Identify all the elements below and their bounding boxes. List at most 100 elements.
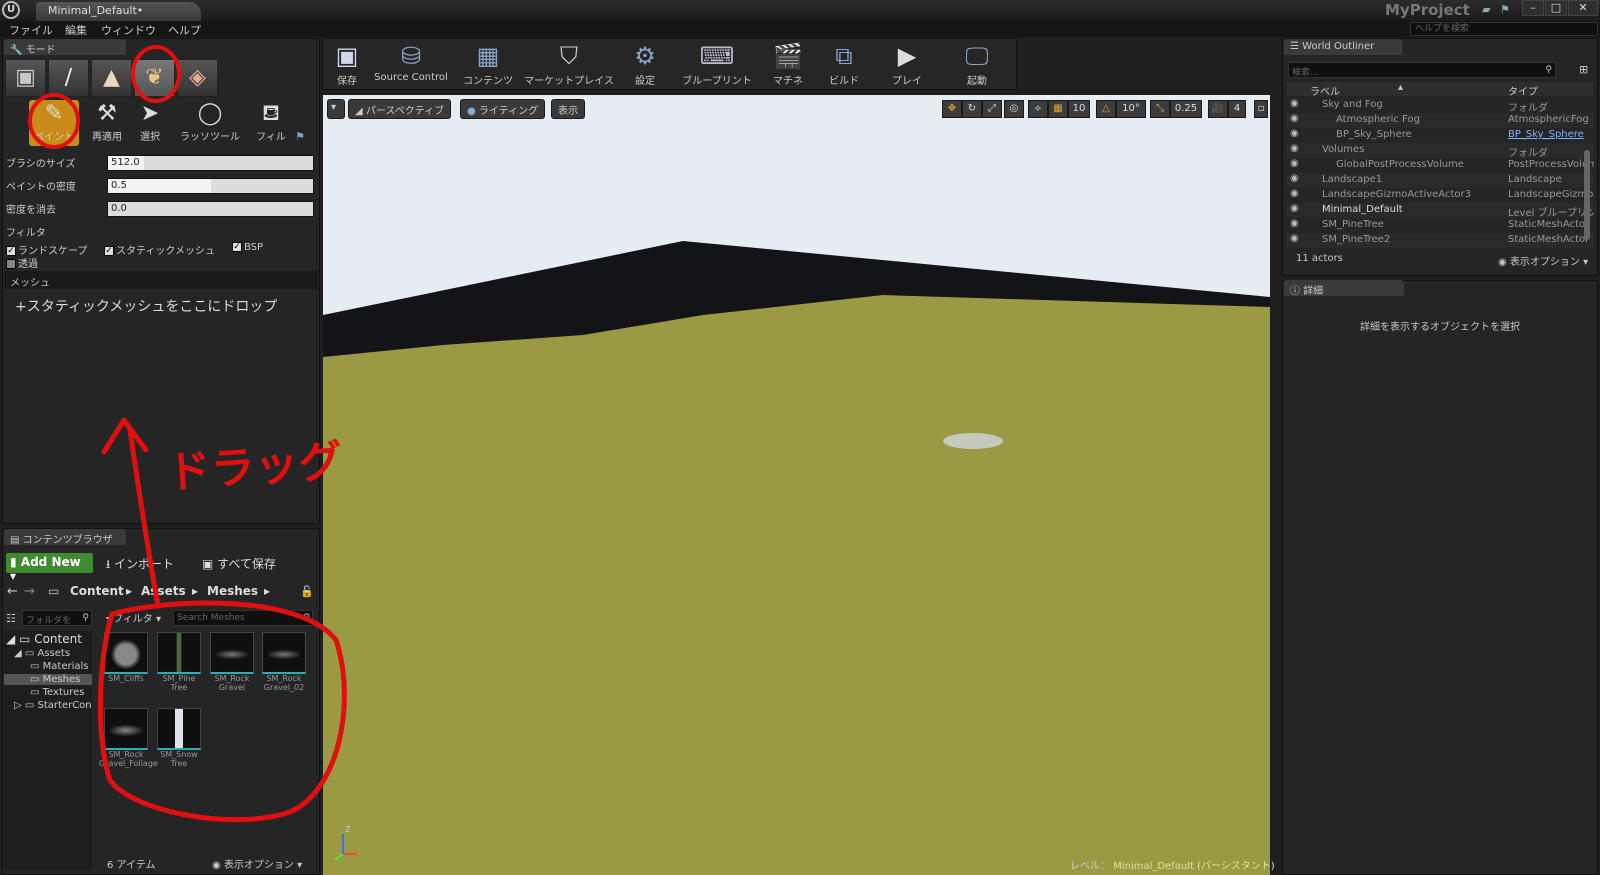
toolbar-matinee-button[interactable]: 🎬 マチネ — [762, 40, 814, 88]
visibility-eye-icon[interactable]: ◉ — [1290, 143, 1299, 154]
scale-snap-value[interactable]: 0.25 — [1170, 100, 1202, 118]
flag-icon[interactable]: ⚑ — [1500, 3, 1513, 16]
filter-bsp-checkbox[interactable]: ✓ BSP — [232, 242, 263, 253]
minimize-button[interactable]: – — [1522, 0, 1544, 16]
outliner-row[interactable]: ◉ Volumes フォルダ — [1286, 143, 1594, 159]
maximize-button[interactable]: □ — [1545, 0, 1567, 16]
world-outliner-tab[interactable]: ☰ World Outliner — [1284, 39, 1402, 55]
outliner-add-icon[interactable]: ⊞ — [1579, 63, 1588, 76]
visibility-eye-icon[interactable]: ◉ — [1290, 158, 1299, 169]
tool-fill[interactable]: ⛾ フィル — [246, 100, 296, 146]
asset-search-input[interactable]: Search Meshes ⚲ — [173, 610, 313, 626]
toolbar-content-button[interactable]: ▦ コンテンツ — [458, 40, 518, 88]
breadcrumb-meshes[interactable]: Meshes — [207, 584, 258, 598]
tree-item-textures[interactable]: ▭ Textures — [30, 687, 84, 698]
visibility-eye-icon[interactable]: ◉ — [1290, 233, 1299, 244]
outliner-row[interactable]: ◉ SM_PineTree StaticMeshActor — [1286, 218, 1594, 233]
tree-item-meshes[interactable]: ▭ Meshes — [4, 674, 92, 685]
toolbar-blueprint-button[interactable]: ⌨ ブループリント — [676, 40, 758, 88]
toolbar-source-control-button[interactable]: ⛁ Source Control — [372, 40, 450, 88]
visibility-eye-icon[interactable]: ◉ — [1290, 218, 1299, 229]
column-label-header[interactable]: ラベル — [1310, 83, 1340, 98]
visibility-eye-icon[interactable]: ◉ — [1290, 113, 1299, 124]
visibility-eye-icon[interactable]: ◉ — [1290, 203, 1299, 214]
asset-tile[interactable]: SM_Snow Tree — [157, 708, 206, 768]
brush-size-field[interactable]: 512.0 — [107, 155, 314, 171]
content-browser-tab[interactable]: ▤ コンテンツブラウザ — [4, 529, 126, 546]
paint-density-field[interactable]: 0.5 — [107, 178, 314, 194]
menu-window[interactable]: ウィンドウ — [101, 22, 156, 38]
toolbar-marketplace-button[interactable]: ⛉ マーケットプレイス — [520, 40, 618, 88]
help-search-input[interactable]: ヘルプを検索 — [1410, 22, 1598, 36]
menu-help[interactable]: ヘルプ — [168, 22, 201, 38]
tool-paint[interactable]: ✎ ペイント — [29, 100, 79, 146]
erase-density-field[interactable]: 0.0 — [107, 201, 314, 217]
column-type-header[interactable]: タイプ — [1508, 83, 1538, 98]
menu-edit[interactable]: 編集 — [65, 22, 87, 38]
toolbar-launch-button[interactable]: 🖵 起動 — [952, 40, 1002, 88]
outliner-row[interactable]: ◉ Sky and Fog フォルダ — [1286, 98, 1594, 114]
outliner-row[interactable]: ◉ BP_Sky_Sphere BP_Sky_Sphere — [1286, 128, 1594, 143]
asset-tile[interactable]: SM_Rock Gravel_02 — [262, 632, 311, 692]
tool-lasso[interactable]: ◯ ラッソツール — [180, 100, 240, 146]
outliner-row[interactable]: ◉ SM_PineTree2 StaticMeshActor — [1286, 233, 1594, 248]
tool-select[interactable]: ➤ 選択 — [125, 100, 175, 146]
asset-tile[interactable]: SM_Rock Gravel_Foliage — [99, 708, 158, 768]
outliner-row[interactable]: ◉ Minimal_Default Level ブループリント — [1286, 203, 1594, 219]
show-button[interactable]: 表示 — [551, 99, 585, 119]
modes-tab[interactable]: 🔧 モード — [4, 39, 126, 56]
mesh-section-header[interactable]: メッシュ — [4, 271, 318, 289]
filter-staticmesh-checkbox[interactable]: ✓ スタティックメッシュ — [104, 242, 215, 257]
save-all-button[interactable]: ▣ すべて保存 — [198, 553, 280, 573]
toolbar-save-button[interactable]: ▣ 保存 — [322, 40, 372, 88]
chat-icon[interactable]: ▰ — [1482, 3, 1495, 16]
cb-view-options-button[interactable]: ◉ 表示オプション ▾ — [212, 856, 302, 871]
filter-translucent-checkbox[interactable]: 透過 — [6, 255, 38, 270]
viewport-options-dropdown[interactable]: ▾ — [327, 99, 345, 119]
world-space-icon[interactable]: ◎ — [1004, 100, 1024, 118]
breadcrumb-assets[interactable]: Assets — [141, 584, 186, 598]
camera-speed-value[interactable]: 4 — [1228, 100, 1246, 118]
asset-tile[interactable]: SM_Cliffs — [104, 632, 153, 683]
outliner-search-input[interactable]: 検索... ⚲ — [1288, 62, 1556, 78]
expand-tools-icon[interactable]: ⚑ — [295, 130, 305, 143]
breadcrumb-content[interactable]: Content — [70, 584, 124, 598]
mesh-drop-zone[interactable]: +スタティックメッシュをここにドロップ — [15, 296, 277, 316]
camera-speed-icon[interactable]: 🎥 — [1208, 100, 1228, 118]
grid-snap-value[interactable]: 10 — [1068, 100, 1090, 118]
rotate-icon[interactable]: ↻ — [962, 100, 982, 118]
import-button[interactable]: ⭳ インポート — [102, 553, 178, 573]
details-tab[interactable]: ⓘ 詳細 — [1284, 280, 1404, 297]
visibility-eye-icon[interactable]: ◉ — [1290, 188, 1299, 199]
toolbar-play-button[interactable]: ▶ プレイ — [882, 40, 932, 88]
outliner-view-options-button[interactable]: ◉ 表示オプション ▾ — [1498, 253, 1588, 268]
visibility-eye-icon[interactable]: ◉ — [1290, 128, 1299, 139]
geometry-mode-button[interactable]: ◈ — [177, 59, 218, 97]
outliner-row[interactable]: ◉ Atmospheric Fog AtmosphericFog — [1286, 113, 1594, 128]
level-viewport[interactable] — [323, 95, 1270, 875]
scale-icon[interactable]: ⤢ — [982, 100, 1002, 118]
add-new-button[interactable]: ▮ Add New ▾ — [6, 553, 93, 583]
menu-file[interactable]: ファイル — [9, 22, 53, 38]
outliner-row[interactable]: ◉ GlobalPostProcessVolume PostProcessVolum… — [1286, 158, 1594, 173]
forward-arrow-icon[interactable]: → — [24, 584, 35, 599]
lock-icon[interactable]: 🔓 — [300, 585, 314, 598]
grid-snap-icon[interactable]: ▦ — [1048, 100, 1068, 118]
maximize-viewport-icon[interactable]: ▫ — [1254, 100, 1268, 118]
unreal-logo-icon[interactable]: U — [2, 1, 20, 19]
outliner-row[interactable]: ◉ LandscapeGizmoActiveActor3 LandscapeGizm… — [1286, 188, 1594, 203]
close-button[interactable]: ✕ — [1568, 0, 1598, 16]
outliner-row[interactable]: ◉ Landscape1 Landscape — [1286, 173, 1594, 188]
tree-item-startercontent[interactable]: ▷ ▭ StarterCon — [14, 700, 92, 711]
asset-tile[interactable]: SM_Pine Tree — [157, 632, 206, 692]
place-mode-button[interactable]: ▣ — [5, 59, 46, 97]
rotation-snap-value[interactable]: 10° — [1116, 100, 1146, 118]
folder-search-input[interactable]: フォルダを ⚲ — [22, 610, 92, 626]
scale-snap-icon[interactable]: ⤡ — [1150, 100, 1170, 118]
foliage-mode-button[interactable]: ❦ — [134, 59, 175, 97]
back-arrow-icon[interactable]: ← — [7, 584, 18, 599]
translate-icon[interactable]: ✥ — [942, 100, 962, 118]
tree-item-materials[interactable]: ▭ Materials — [30, 661, 88, 672]
perspective-button[interactable]: ◢ パースペクティブ — [348, 99, 452, 119]
toolbar-build-button[interactable]: ⧉ ビルド — [818, 40, 870, 88]
